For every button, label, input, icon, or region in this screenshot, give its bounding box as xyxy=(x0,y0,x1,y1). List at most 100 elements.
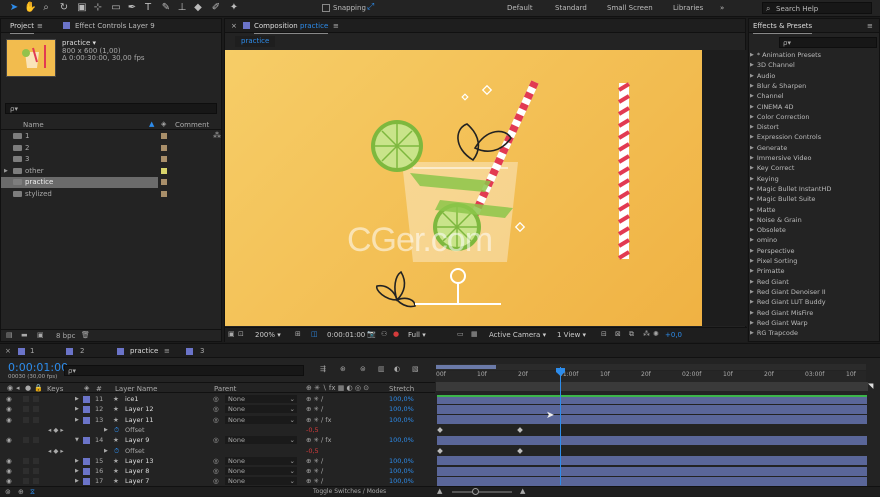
solo-box[interactable] xyxy=(23,478,29,485)
rotate-tool-icon[interactable]: ↻ xyxy=(58,2,70,14)
parent-pickwhip-icon[interactable]: ◎ xyxy=(213,404,219,414)
parent-pickwhip-icon[interactable]: ◎ xyxy=(213,476,219,486)
project-item[interactable]: 2 xyxy=(1,143,222,154)
solo-box[interactable] xyxy=(23,416,29,423)
layer-label-swatch[interactable] xyxy=(83,437,90,445)
layer-duration-bar[interactable] xyxy=(437,404,867,414)
workspace-libraries[interactable]: Libraries xyxy=(673,4,703,12)
layer-row[interactable]: ◉ ▶ 15 ★ Layer 13 ◎ None ⌄ ⊕ ✳ ∕ 100,0% xyxy=(0,456,435,466)
stopwatch-icon[interactable]: ⏱ xyxy=(114,425,119,435)
effect-category[interactable]: Magic Bullet InstantHD xyxy=(750,184,831,194)
lock-col-icon[interactable]: 🔒 xyxy=(34,384,43,392)
timeline-zoom-slider[interactable] xyxy=(452,488,512,495)
layer-name[interactable]: Layer 8 xyxy=(125,466,149,476)
parent-dropdown[interactable]: None ⌄ xyxy=(225,436,297,445)
layer-stretch[interactable]: 100,0% xyxy=(389,456,414,466)
col-layer-name[interactable]: Layer Name xyxy=(115,385,157,393)
parent-pickwhip-icon[interactable]: ◎ xyxy=(213,394,219,404)
timeline-search-input[interactable]: ρ▾ xyxy=(64,365,304,376)
snap-options-icon[interactable]: ⤢ xyxy=(367,2,374,12)
stopwatch-icon[interactable]: ⏱ xyxy=(114,446,119,456)
lock-box[interactable] xyxy=(33,457,39,464)
draft-3d-icon[interactable]: ⊛ xyxy=(340,365,346,373)
view-dropdown[interactable]: 1 View ▾ xyxy=(557,331,586,339)
keyframe-nav-icon[interactable]: ◂ ◆ ▸ xyxy=(48,425,64,435)
playhead-line[interactable] xyxy=(560,367,561,485)
layer-stretch[interactable]: 100,0% xyxy=(389,476,414,486)
snapping-checkbox[interactable] xyxy=(322,4,330,12)
effect-category[interactable]: Magic Bullet Suite xyxy=(750,194,816,204)
interpret-footage-icon[interactable]: ▤ xyxy=(6,331,13,339)
solo-col-icon[interactable]: ● xyxy=(25,384,31,392)
rectangle-tool-icon[interactable]: ▭ xyxy=(110,2,122,14)
layer-name[interactable]: Layer 12 xyxy=(125,404,153,414)
layer-label-swatch[interactable] xyxy=(83,457,90,465)
layer-label-swatch[interactable] xyxy=(83,396,90,403)
parent-dropdown[interactable]: None ⌄ xyxy=(225,456,297,465)
panel-menu-icon[interactable]: ≡ xyxy=(37,22,43,30)
effects-menu-icon[interactable]: ≡ xyxy=(867,22,873,30)
effect-category[interactable]: Red Giant xyxy=(750,277,789,287)
effect-category[interactable]: Obsolete xyxy=(750,225,786,235)
comp-breadcrumb[interactable]: practice xyxy=(235,36,276,47)
layer-switches[interactable]: ⊕ ✳ ∕ xyxy=(306,456,323,466)
solo-box[interactable] xyxy=(23,406,29,413)
new-folder-icon[interactable]: ▬ xyxy=(21,331,28,339)
zoom-in-icon[interactable]: ▲ xyxy=(520,487,525,495)
effect-category[interactable]: Primatte xyxy=(750,266,785,276)
layer-row[interactable]: ◉ ▼ 14 ★ Layer 9 ◎ None ⌄ ⊕ ✳ ∕ fx 100,0% xyxy=(0,435,435,445)
transparency-grid-icon[interactable]: ▦ xyxy=(471,330,478,338)
twirl-triangle-icon[interactable]: ▶ xyxy=(75,415,79,425)
effect-category[interactable]: Audio xyxy=(750,71,775,81)
keyframe-diamond[interactable] xyxy=(517,447,523,454)
timeline-zoom-thumb[interactable] xyxy=(472,488,479,495)
timeline-close-icon[interactable]: × xyxy=(5,347,11,355)
effect-category[interactable]: Generate xyxy=(750,143,787,153)
layer-row[interactable]: ◉ ▶ 16 ★ Layer 8 ◎ None ⌄ ⊕ ✳ ∕ 100,0% xyxy=(0,466,435,476)
property-value[interactable]: -0,5 xyxy=(306,446,319,456)
layer-switches[interactable]: ⊕ ✳ ∕ fx xyxy=(306,435,331,445)
flowchart-view-icon[interactable]: ⁂ xyxy=(643,330,650,338)
roto-tool-icon[interactable]: ✐ xyxy=(210,2,222,14)
toggle-switches-modes[interactable]: Toggle Switches / Modes xyxy=(313,488,386,495)
effects-title[interactable]: Effects & Presets xyxy=(753,22,813,34)
effect-category[interactable]: Distort xyxy=(750,122,779,132)
layer-switches[interactable]: ⊕ ✳ ∕ xyxy=(306,476,323,486)
layer-label-swatch[interactable] xyxy=(83,468,90,476)
layer-name[interactable]: Layer 11 xyxy=(125,415,153,425)
layer-row[interactable]: ◉ ▶ 12 ★ Layer 12 ◎ None ⌄ ⊕ ✳ ∕ 100,0% xyxy=(0,404,435,414)
search-help-field[interactable]: ⌕ Search Help xyxy=(762,2,872,14)
workspace-menu-icon[interactable]: » xyxy=(720,4,724,12)
visibility-eye-icon[interactable]: ◉ xyxy=(6,404,12,414)
flowchart-icon[interactable]: ⁂ xyxy=(213,131,221,140)
timeline-timecode[interactable]: 0:00:01:00 xyxy=(8,361,68,374)
visibility-eye-icon[interactable]: ◉ xyxy=(6,476,12,486)
parent-pickwhip-icon[interactable]: ◎ xyxy=(213,466,219,476)
project-item[interactable]: 1 xyxy=(1,131,222,142)
frame-blending-icon[interactable]: ▥ xyxy=(378,365,385,373)
solo-box[interactable] xyxy=(23,457,29,464)
effect-category[interactable]: CINEMA 4D xyxy=(750,102,794,112)
col-name[interactable]: Name xyxy=(23,121,44,129)
project-item-label-swatch[interactable] xyxy=(161,179,167,185)
effect-category[interactable]: Immersive Video xyxy=(750,153,812,163)
graph-editor-icon[interactable]: ▧ xyxy=(412,365,419,373)
layer-switches[interactable]: ⊕ ✳ ∕ xyxy=(306,394,323,404)
layer-duration-bar[interactable] xyxy=(437,476,867,486)
zoom-tool-icon[interactable]: ⌕ xyxy=(40,2,52,14)
parent-dropdown[interactable]: None ⌄ xyxy=(225,405,297,414)
expand-in-out-icon[interactable]: ⧖ xyxy=(30,488,35,497)
layer-duration-bar[interactable] xyxy=(437,415,867,425)
timeline-tab-practice[interactable]: practice xyxy=(130,347,158,355)
layer-row[interactable]: ◉ ▶ 13 ★ Layer 11 ◎ None ⌄ ⊕ ✳ ∕ fx 100,0% xyxy=(0,415,435,425)
layer-label-swatch[interactable] xyxy=(83,416,90,424)
property-value[interactable]: -0,5 xyxy=(306,425,319,435)
lock-box[interactable] xyxy=(33,468,39,475)
layer-label-swatch[interactable] xyxy=(83,406,90,414)
effect-category[interactable]: Expression Controls xyxy=(750,132,821,142)
parent-dropdown[interactable]: None ⌄ xyxy=(225,395,297,403)
snapshot-icon[interactable]: 📷 xyxy=(367,330,376,338)
work-area-strip[interactable] xyxy=(436,382,868,391)
property-row[interactable]: ◂ ◆ ▸ ▶ ⏱ Offset -0,5 xyxy=(0,446,435,456)
twirl-triangle-icon[interactable]: ▶ xyxy=(75,466,79,476)
